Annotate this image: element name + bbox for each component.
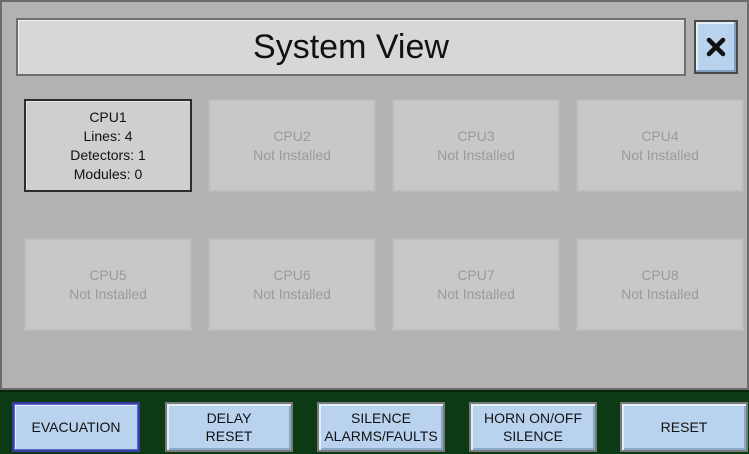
close-button[interactable] (694, 20, 738, 74)
cpu-detectors: Detectors: 1 (70, 146, 146, 163)
cpu-tile-cpu8: CPU8 Not Installed (576, 238, 744, 331)
evacuation-label: EVACUATION (31, 419, 121, 435)
cpu-name: CPU2 (273, 127, 311, 144)
cpu-status: Not Installed (437, 146, 515, 163)
cpu-tile-cpu1[interactable]: CPU1 Lines: 4 Detectors: 1 Modules: 0 (24, 99, 192, 192)
close-x-icon (706, 37, 726, 57)
silence-label-line1: SILENCE (351, 410, 411, 426)
cpu-name: CPU1 (89, 108, 127, 125)
cpu-name: CPU6 (273, 266, 311, 283)
horn-silence-button[interactable]: HORN ON/OFF SILENCE (469, 402, 597, 452)
delay-reset-label-line1: DELAY (206, 410, 252, 426)
horn-label-line2: SILENCE (503, 428, 563, 444)
cpu-tile-cpu3: CPU3 Not Installed (392, 99, 560, 192)
horn-label-line1: HORN ON/OFF (484, 410, 582, 426)
cpu-status: Not Installed (621, 285, 699, 302)
cpu-status: Not Installed (253, 285, 331, 302)
delay-reset-label-line2: RESET (205, 428, 253, 444)
system-view-panel: System View CPU1 Lines: 4 Detectors: 1 M… (0, 0, 749, 390)
cpu-tile-cpu4: CPU4 Not Installed (576, 99, 744, 192)
action-bar: EVACUATION DELAY RESET SILENCE ALARMS/FA… (0, 390, 749, 454)
evacuation-button[interactable]: EVACUATION (12, 402, 140, 452)
cpu-tile-cpu7: CPU7 Not Installed (392, 238, 560, 331)
cpu-modules: Modules: 0 (73, 165, 143, 182)
silence-label-line2: ALARMS/FAULTS (324, 428, 438, 444)
cpu-tile-cpu2: CPU2 Not Installed (208, 99, 376, 192)
cpu-tile-cpu6: CPU6 Not Installed (208, 238, 376, 331)
cpu-name: CPU5 (89, 266, 127, 283)
delay-reset-button[interactable]: DELAY RESET (165, 402, 293, 452)
cpu-name: CPU4 (641, 127, 679, 144)
cpu-name: CPU7 (457, 266, 495, 283)
page-title-text: System View (253, 27, 449, 66)
cpu-status: Not Installed (437, 285, 515, 302)
silence-alarms-faults-button[interactable]: SILENCE ALARMS/FAULTS (317, 402, 445, 452)
cpu-name: CPU8 (641, 266, 679, 283)
reset-button[interactable]: RESET (620, 402, 748, 452)
cpu-lines: Lines: 4 (83, 127, 133, 144)
cpu-status: Not Installed (69, 285, 147, 302)
page-title: System View (16, 18, 686, 76)
reset-label: RESET (660, 419, 708, 435)
cpu-status: Not Installed (253, 146, 331, 163)
cpu-tile-cpu5: CPU5 Not Installed (24, 238, 192, 331)
cpu-status: Not Installed (621, 146, 699, 163)
cpu-name: CPU3 (457, 127, 495, 144)
